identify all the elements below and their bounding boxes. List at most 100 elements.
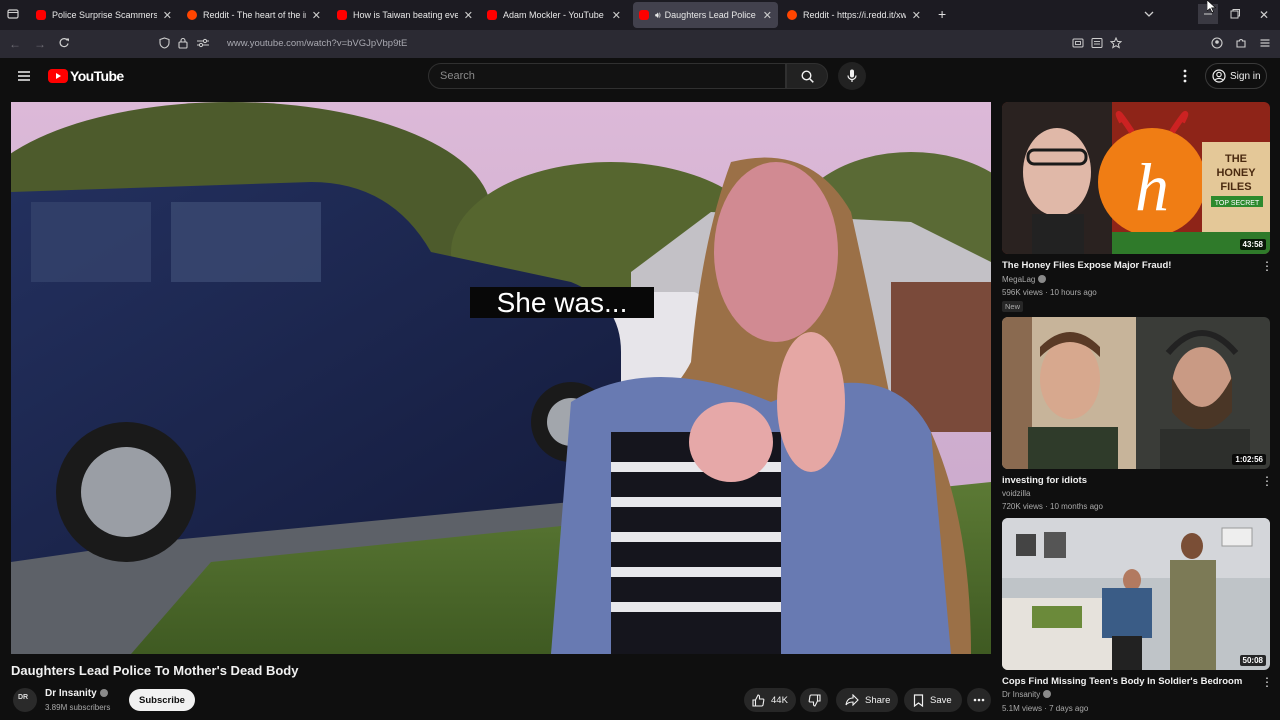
account-circle-icon [1212, 69, 1226, 83]
tab-list-icon[interactable] [7, 8, 19, 23]
save-button[interactable]: Save [904, 688, 962, 712]
screenshot-icon[interactable] [1072, 37, 1084, 52]
video-player[interactable]: She was... [11, 102, 991, 654]
close-tab-icon[interactable]: ✕ [157, 9, 178, 22]
mouse-cursor-icon [1206, 0, 1217, 16]
back-icon[interactable]: ← [9, 37, 21, 51]
share-arrow-icon [845, 694, 859, 706]
browser-tab[interactable]: Reddit - https://i.redd.it/xw6z5 ✕ [781, 2, 927, 28]
svg-text:h: h [1135, 149, 1169, 225]
channel-name-text: Dr Insanity [45, 688, 97, 699]
tab-title: Adam Mockler - YouTube [503, 10, 604, 20]
youtube-favicon-icon [36, 10, 46, 20]
recommended-title[interactable]: The Honey Files Expose Major Fraud! [1002, 260, 1171, 271]
browser-tab[interactable]: Police Surprise Scammers At Th ✕ [30, 2, 178, 28]
subscriber-count: 3.89M subscribers [45, 703, 111, 712]
recommended-channel[interactable]: MegaLag [1002, 275, 1047, 284]
like-button[interactable]: 44K [744, 688, 796, 712]
browser-tab-active[interactable]: 🔊︎ Daughters Lead Police To M ✕ [633, 2, 778, 28]
tab-title: Police Surprise Scammers At Th [52, 10, 157, 20]
bookmark-star-icon[interactable] [1109, 36, 1123, 52]
thumbnail-image: THE HONEY FILES TOP SECRET h [1002, 102, 1270, 254]
permissions-icon[interactable] [196, 37, 210, 52]
recommended-meta: 720K views · 10 months ago [1002, 502, 1103, 511]
hamburger-menu-icon[interactable] [17, 69, 31, 88]
verified-badge-icon [99, 689, 108, 697]
close-tab-icon[interactable]: ✕ [757, 9, 778, 22]
search-input[interactable] [429, 64, 785, 88]
share-button[interactable]: Share [836, 688, 898, 712]
youtube-favicon-icon [639, 10, 649, 20]
tab-title: Daughters Lead Police To M [664, 10, 757, 20]
recommended-title[interactable]: investing for idiots [1002, 475, 1087, 486]
thumbnail-image [1002, 518, 1270, 670]
subscribe-button[interactable]: Subscribe [129, 689, 195, 711]
audio-playing-icon[interactable]: 🔊︎ [655, 10, 661, 21]
menu-icon[interactable] [1259, 37, 1271, 52]
recommended-thumbnail[interactable]: 50:08 [1002, 518, 1270, 670]
search-box[interactable] [428, 63, 786, 89]
account-icon[interactable] [1211, 37, 1223, 52]
thumb-text-2: HONEY [1216, 167, 1256, 179]
voice-search-button[interactable] [838, 62, 866, 90]
video-title: Daughters Lead Police To Mother's Dead B… [11, 663, 299, 678]
avatar-text: DR [18, 694, 29, 701]
recommended-channel[interactable]: voidzilla [1002, 489, 1030, 498]
new-tab-icon[interactable]: + [938, 7, 946, 21]
recommended-title[interactable]: Cops Find Missing Teen's Body In Soldier… [1002, 676, 1242, 687]
settings-kebab-icon[interactable] [1182, 69, 1188, 88]
reader-view-icon[interactable] [1091, 37, 1103, 52]
more-options-icon[interactable]: ⋮ [1261, 474, 1273, 488]
recommended-meta: 5.1M views · 7 days ago [1002, 704, 1089, 713]
search-button[interactable] [786, 63, 828, 89]
search-icon [801, 70, 814, 83]
more-options-icon[interactable]: ⋮ [1261, 259, 1273, 273]
like-count: 44K [771, 694, 788, 706]
close-window-icon[interactable]: ✕ [1259, 8, 1269, 22]
browser-tab[interactable]: How is Taiwan beating everyon ✕ [331, 2, 479, 28]
reload-icon[interactable] [58, 37, 70, 52]
video-duration: 50:08 [1239, 655, 1266, 666]
youtube-favicon-icon [337, 10, 347, 20]
more-actions-button[interactable] [967, 688, 991, 712]
sign-in-button[interactable]: Sign in [1205, 63, 1267, 89]
restore-icon[interactable] [1229, 8, 1241, 23]
microphone-icon [847, 69, 857, 82]
browser-tab-bar: Police Surprise Scammers At Th ✕ Reddit … [0, 0, 1280, 30]
channel-name[interactable]: Dr Insanity [45, 688, 108, 699]
save-playlist-icon [913, 693, 924, 707]
video-duration: 43:58 [1239, 239, 1266, 250]
address-bar-url[interactable]: www.youtube.com/watch?v=bVGJpVbp9tE [227, 38, 407, 49]
reddit-favicon-icon [187, 10, 197, 20]
extensions-icon[interactable] [1235, 37, 1247, 52]
recommended-channel-text: MegaLag [1002, 275, 1036, 284]
recommended-channel-text: Dr Insanity [1002, 690, 1041, 699]
recommended-channel[interactable]: Dr Insanity [1002, 690, 1052, 699]
sign-in-label: Sign in [1230, 70, 1261, 82]
forward-icon[interactable]: → [34, 37, 46, 51]
youtube-logo[interactable]: YouTube [48, 68, 124, 84]
browser-tab[interactable]: Adam Mockler - YouTube ✕ [481, 2, 627, 28]
thumbs-up-icon [752, 693, 765, 707]
recommended-thumbnail[interactable]: THE HONEY FILES TOP SECRET h 43:58 [1002, 102, 1270, 254]
close-tab-icon[interactable]: ✕ [306, 9, 327, 22]
browser-tab[interactable]: Reddit - The heart of the intern ✕ [181, 2, 327, 28]
video-frame [11, 102, 991, 654]
share-label: Share [865, 694, 891, 706]
close-tab-icon[interactable]: ✕ [458, 9, 479, 22]
youtube-logo-text: YouTube [70, 68, 124, 84]
thumbnail-image [1002, 317, 1270, 469]
new-badge: New [1002, 301, 1024, 312]
dislike-button[interactable] [800, 688, 828, 712]
channel-avatar[interactable]: DR [13, 688, 37, 712]
verified-badge-icon [1043, 690, 1052, 698]
shield-icon[interactable] [159, 37, 170, 52]
more-options-icon[interactable]: ⋮ [1261, 675, 1273, 689]
lock-icon[interactable] [178, 37, 188, 52]
recommended-thumbnail[interactable]: 1:02:56 [1002, 317, 1270, 469]
close-tab-icon[interactable]: ✕ [606, 9, 627, 22]
list-all-tabs-icon[interactable] [1143, 8, 1155, 23]
youtube-header: YouTube Sign in [0, 58, 1280, 100]
thumbs-down-icon [808, 693, 821, 707]
close-tab-icon[interactable]: ✕ [906, 9, 927, 22]
